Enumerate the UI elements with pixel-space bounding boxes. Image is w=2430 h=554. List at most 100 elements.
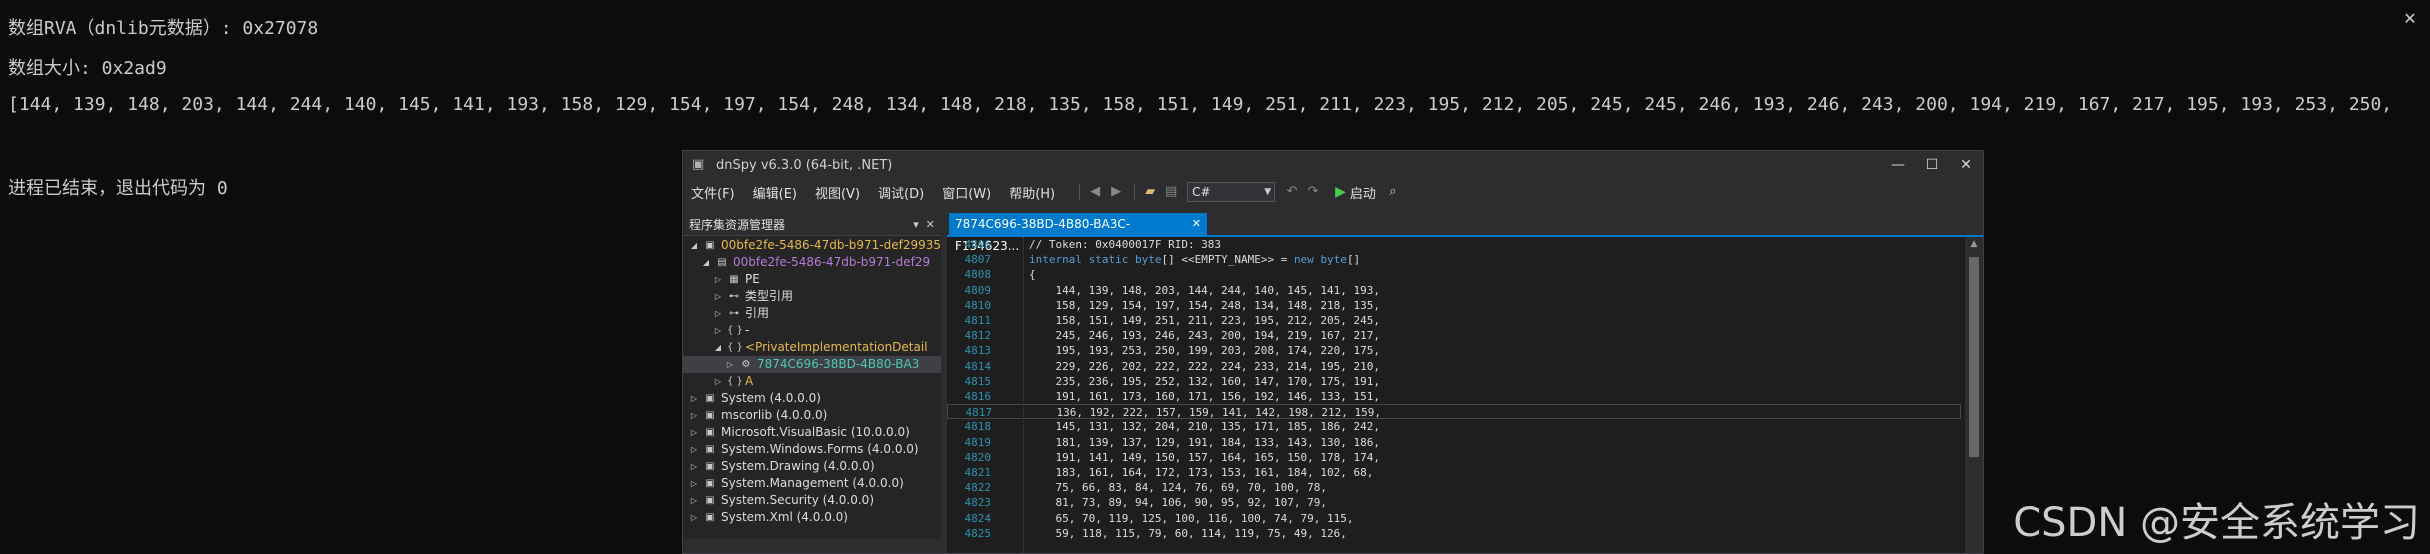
collapsed-arrow-icon[interactable]: ▷ — [689, 390, 699, 407]
code-line: 4820 191, 141, 149, 150, 157, 164, 165, … — [947, 450, 1961, 465]
open-folder-icon[interactable]: ▰ — [1141, 183, 1159, 201]
code-text: 191, 141, 149, 150, 157, 164, 165, 150, … — [1029, 450, 1380, 464]
tree-node[interactable]: ▷ ▣ mscorlib (4.0.0.0) — [689, 407, 827, 424]
close-icon[interactable]: ✕ — [1192, 213, 1201, 235]
title-bar: ▣ dnSpy v6.3.0 (64-bit, .NET) — ☐ ✕ — [683, 151, 1983, 179]
tree-node[interactable]: ▷ ▣ System.Windows.Forms (4.0.0.0) — [689, 441, 919, 458]
line-number: 4816 — [964, 390, 992, 403]
undo-icon[interactable]: ↶ — [1283, 183, 1301, 201]
code-line: 4809 144, 139, 148, 203, 144, 244, 140, … — [947, 283, 1961, 298]
tree-node-label: System.Xml (4.0.0.0) — [721, 510, 848, 524]
tab-document[interactable]: 7874C696-38BD-4B80-BA3C-F134623... ✕ — [949, 213, 1207, 253]
menu-window[interactable]: 窗口(W) — [942, 183, 991, 202]
console-line: 进程已结束，退出代码为 0 — [8, 178, 228, 199]
start-button[interactable]: ▶ 启动 — [1335, 183, 1376, 202]
save-icon[interactable]: ▤ — [1162, 183, 1180, 201]
code-text: 158, 129, 154, 197, 154, 248, 134, 148, … — [1029, 298, 1380, 312]
code-text: 158, 151, 149, 251, 211, 223, 195, 212, … — [1029, 314, 1380, 327]
tree-node[interactable]: ▷ { } - — [713, 322, 749, 339]
tree-node[interactable]: ◢ ▤ 00bfe2fe-5486-47db-b971-def29 — [701, 254, 930, 271]
code-text: 181, 139, 137, 129, 191, 184, 133, 143, … — [1029, 435, 1380, 449]
collapsed-arrow-icon[interactable]: ▷ — [689, 458, 699, 475]
expanded-arrow-icon[interactable]: ◢ — [713, 339, 723, 356]
search-icon[interactable]: ⌕ — [1384, 183, 1402, 201]
collapsed-arrow-icon[interactable]: ▷ — [713, 288, 723, 305]
tab-title: 7874C696-38BD-4B80-BA3C-F134623... — [955, 217, 1131, 253]
collapsed-arrow-icon[interactable]: ▷ — [713, 373, 723, 390]
code-view[interactable]: 4806 // Token: 0x0400017F RID: 383 4807 int… — [947, 237, 1961, 553]
assembly-icon: ▣ — [705, 461, 715, 472]
redo-icon[interactable]: ↷ — [1304, 183, 1322, 201]
assembly-icon: ▣ — [705, 495, 715, 506]
tree-node[interactable]: ▷ { } A — [713, 373, 753, 390]
menu-view[interactable]: 视图(V) — [815, 183, 860, 202]
line-number: 4807 — [964, 253, 992, 267]
horizontal-scrollbar[interactable] — [683, 539, 941, 553]
tree-node[interactable]: ▷ ▣ System.Security (4.0.0.0) — [689, 492, 874, 509]
tree-node[interactable]: ▷ ⊶ 引用 — [713, 305, 769, 322]
vertical-scrollbar[interactable]: ▲ — [1965, 237, 1983, 553]
tree-node-label: Microsoft.VisualBasic (10.0.0.0) — [721, 425, 910, 439]
maximize-button[interactable]: ☐ — [1915, 157, 1949, 173]
collapsed-arrow-icon[interactable]: ▷ — [689, 424, 699, 441]
line-number: 4820 — [964, 450, 992, 464]
tree-node[interactable]: ▷ ▣ System.Drawing (4.0.0.0) — [689, 458, 875, 475]
scroll-up-icon[interactable]: ▲ — [1965, 239, 1983, 249]
collapsed-arrow-icon[interactable]: ▷ — [713, 305, 723, 322]
code-line: 4822 75, 66, 83, 84, 124, 76, 69, 70, 10… — [947, 480, 1961, 495]
console-line: 数组大小: 0x2ad9 — [8, 58, 167, 79]
menu-help[interactable]: 帮助(H) — [1009, 183, 1055, 202]
menu-file[interactable]: 文件(F) — [691, 183, 735, 202]
code-text: 245, 246, 193, 246, 243, 200, 194, 219, … — [1029, 329, 1380, 343]
collapsed-arrow-icon[interactable]: ▷ — [689, 492, 699, 509]
tree-node-label: System.Management (4.0.0.0) — [721, 476, 904, 490]
assembly-icon: ▣ — [705, 410, 715, 421]
code-text: 145, 131, 132, 204, 210, 135, 171, 185, … — [1029, 420, 1380, 434]
tree-node[interactable]: ▷ ▣ Microsoft.VisualBasic (10.0.0.0) — [689, 424, 910, 441]
dnspy-window: ▣ dnSpy v6.3.0 (64-bit, .NET) — ☐ ✕ 文件(F… — [682, 150, 1984, 554]
tab-strip: 7874C696-38BD-4B80-BA3C-F134623... ✕ — [947, 213, 1983, 253]
assembly-icon: ▣ — [705, 240, 715, 251]
scroll-thumb[interactable] — [1969, 257, 1979, 457]
forward-icon[interactable]: ▶ — [1107, 183, 1125, 201]
line-number: 4824 — [964, 511, 992, 525]
code-line: 4812 245, 246, 193, 246, 243, 200, 194, … — [947, 328, 1961, 343]
code-text: // Token: 0x0400017F RID: 383 — [1029, 238, 1222, 251]
tree-node[interactable]: ▷ ⚙ 7874C696-38BD-4B80-BA3 — [683, 356, 941, 373]
tree-node[interactable]: ▷ ▦ PE — [713, 271, 760, 288]
collapsed-arrow-icon[interactable]: ▷ — [713, 322, 723, 339]
tree-node[interactable]: ▷ ▣ System.Xml (4.0.0.0) — [689, 509, 848, 526]
line-number: 4814 — [964, 359, 992, 373]
tree-node[interactable]: ▷ ▣ System.Management (4.0.0.0) — [689, 475, 904, 492]
panel-close-icon[interactable]: ▾ ✕ — [913, 218, 935, 231]
code-line: 4806 // Token: 0x0400017F RID: 383 — [947, 237, 1961, 252]
expanded-arrow-icon[interactable]: ◢ — [701, 254, 711, 271]
collapsed-arrow-icon[interactable]: ▷ — [689, 407, 699, 424]
tree-node[interactable]: ◢ { } <PrivateImplementationDetail — [713, 339, 928, 356]
tree-node-label: 7874C696-38BD-4B80-BA3 — [757, 357, 920, 371]
tree-node[interactable]: ▷ ▣ System (4.0.0.0) — [689, 390, 821, 407]
current-code-line: 4817 136, 192, 222, 157, 159, 141, 142, … — [947, 404, 1961, 420]
menu-debug[interactable]: 调试(D) — [878, 183, 924, 202]
menu-edit[interactable]: 编辑(E) — [753, 183, 797, 202]
collapsed-arrow-icon[interactable]: ▷ — [689, 509, 699, 526]
code-line: 4824 65, 70, 119, 125, 100, 116, 100, 74… — [947, 511, 1961, 526]
minimize-button[interactable]: — — [1881, 157, 1915, 173]
class-icon: ⚙ — [741, 359, 751, 370]
tree-node[interactable]: ▷ ⊷ 类型引用 — [713, 288, 793, 305]
collapsed-arrow-icon[interactable]: ▷ — [713, 271, 723, 288]
collapsed-arrow-icon[interactable]: ▷ — [689, 475, 699, 492]
expanded-arrow-icon[interactable]: ◢ — [689, 237, 699, 254]
code-text: 59, 118, 115, 79, 60, 114, 119, 75, 49, … — [1029, 526, 1347, 540]
code-line: 4811 158, 151, 149, 251, 211, 223, 195, … — [947, 313, 1961, 328]
code-text: 81, 73, 89, 94, 106, 90, 95, 92, 107, 79… — [1029, 496, 1328, 510]
language-select[interactable]: C# ▼ — [1187, 182, 1276, 202]
collapsed-arrow-icon[interactable]: ▷ — [689, 441, 699, 458]
back-icon[interactable]: ◀ — [1086, 183, 1104, 201]
close-button[interactable]: ✕ — [1949, 157, 1983, 173]
play-icon: ▶ — [1335, 184, 1346, 200]
collapsed-arrow-icon[interactable]: ▷ — [725, 356, 735, 373]
tree-node[interactable]: ◢ ▣ 00bfe2fe-5486-47db-b971-def29935 — [689, 237, 941, 254]
close-icon[interactable]: ✕ — [2400, 8, 2420, 28]
line-number: 4823 — [964, 496, 992, 510]
